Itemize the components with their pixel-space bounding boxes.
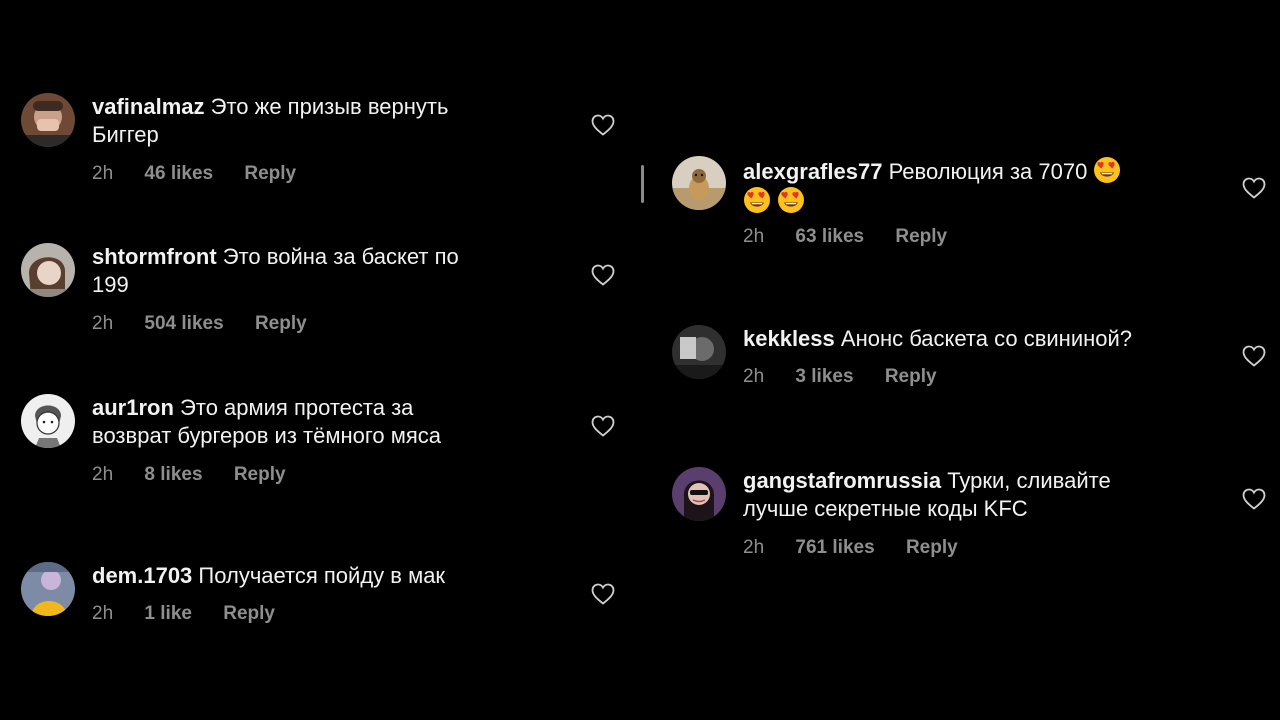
- comment-body: Получается пойду в мак: [198, 563, 446, 588]
- reply-button[interactable]: Reply: [244, 163, 296, 184]
- avatar[interactable]: [672, 325, 726, 379]
- comment-body: Это война за баскет по: [222, 244, 459, 269]
- comment-text: alexgrafles77 Революция за 7070: [743, 156, 1203, 216]
- comment-text: shtormfront Это война за баскет по 199: [92, 243, 532, 299]
- comment-meta: 2h 1 like Reply: [92, 603, 301, 625]
- heart-eyes-emoji: [777, 186, 805, 214]
- like-heart-icon[interactable]: [1242, 345, 1266, 367]
- comment-meta: 2h 761 likes Reply: [743, 537, 984, 559]
- comment-username[interactable]: gangstafromrussia: [743, 468, 941, 493]
- heart-eyes-emoji: [1093, 156, 1121, 184]
- comment-body: Революция за 7070: [888, 159, 1088, 184]
- comment-time: 2h: [743, 226, 765, 247]
- comment-time: 2h: [743, 366, 765, 387]
- reply-button[interactable]: Reply: [885, 366, 937, 387]
- comment-body: Это армия протеста за: [180, 395, 414, 420]
- avatar[interactable]: [672, 467, 726, 521]
- comment-text: dem.1703 Получается пойду в мак: [92, 562, 532, 590]
- avatar[interactable]: [672, 156, 726, 210]
- avatar[interactable]: [21, 562, 75, 616]
- likes-count[interactable]: 504 likes: [144, 313, 223, 334]
- like-heart-icon[interactable]: [1242, 488, 1266, 510]
- reply-button[interactable]: Reply: [234, 464, 286, 485]
- avatar[interactable]: [21, 394, 75, 448]
- comment-text: aur1ron Это армия протеста за возврат бу…: [92, 394, 532, 450]
- reply-button[interactable]: Reply: [223, 603, 275, 624]
- comment-time: 2h: [92, 313, 114, 334]
- comment-meta: 2h 504 likes Reply: [92, 313, 333, 335]
- reply-button[interactable]: Reply: [895, 226, 947, 247]
- comment-meta: 2h 63 likes Reply: [743, 226, 973, 248]
- comment-time: 2h: [92, 603, 114, 624]
- reply-button[interactable]: Reply: [255, 313, 307, 334]
- comment-text: gangstafromrussia Турки, сливайте лучше …: [743, 467, 1203, 523]
- comment-body-line2: Биггер: [92, 122, 159, 147]
- like-heart-icon[interactable]: [1242, 177, 1266, 199]
- comment-meta: 2h 46 likes Reply: [92, 163, 322, 185]
- likes-count[interactable]: 761 likes: [795, 537, 874, 558]
- comment-text: vafinalmaz Это же призыв вернуть Биггер: [92, 93, 532, 149]
- likes-count[interactable]: 1 like: [144, 603, 192, 624]
- reply-button[interactable]: Reply: [906, 537, 958, 558]
- comment-username[interactable]: alexgrafles77: [743, 159, 882, 184]
- likes-count[interactable]: 8 likes: [144, 464, 202, 485]
- comment-time: 2h: [92, 464, 114, 485]
- comment-username[interactable]: vafinalmaz: [92, 94, 205, 119]
- avatar[interactable]: [21, 243, 75, 297]
- comment-body-line2: возврат бургеров из тёмного мяса: [92, 423, 442, 448]
- comment-username[interactable]: shtormfront: [92, 244, 217, 269]
- comment-body: Турки, сливайте: [947, 468, 1111, 493]
- comment-meta: 2h 8 likes Reply: [92, 464, 312, 486]
- scroll-indicator: [641, 165, 644, 203]
- comment-username[interactable]: dem.1703: [92, 563, 192, 588]
- avatar[interactable]: [21, 93, 75, 147]
- comment-body: Анонс баскета со свининой?: [840, 326, 1133, 351]
- comment-time: 2h: [743, 537, 765, 558]
- comment-time: 2h: [92, 163, 114, 184]
- like-heart-icon[interactable]: [591, 264, 615, 286]
- heart-eyes-emoji: [743, 186, 771, 214]
- like-heart-icon[interactable]: [591, 114, 615, 136]
- like-heart-icon[interactable]: [591, 415, 615, 437]
- comment-username[interactable]: kekkless: [743, 326, 835, 351]
- comment-text: kekkless Анонс баскета со свининой?: [743, 325, 1203, 353]
- like-heart-icon[interactable]: [591, 583, 615, 605]
- likes-count[interactable]: 3 likes: [795, 366, 853, 387]
- likes-count[interactable]: 63 likes: [795, 226, 864, 247]
- comment-body-line2: лучше секретные коды KFC: [743, 496, 1028, 521]
- comment-meta: 2h 3 likes Reply: [743, 366, 963, 388]
- comment-body-line2: 199: [92, 272, 129, 297]
- comment-username[interactable]: aur1ron: [92, 395, 174, 420]
- likes-count[interactable]: 46 likes: [144, 163, 213, 184]
- comment-body: Это же призыв вернуть: [210, 94, 449, 119]
